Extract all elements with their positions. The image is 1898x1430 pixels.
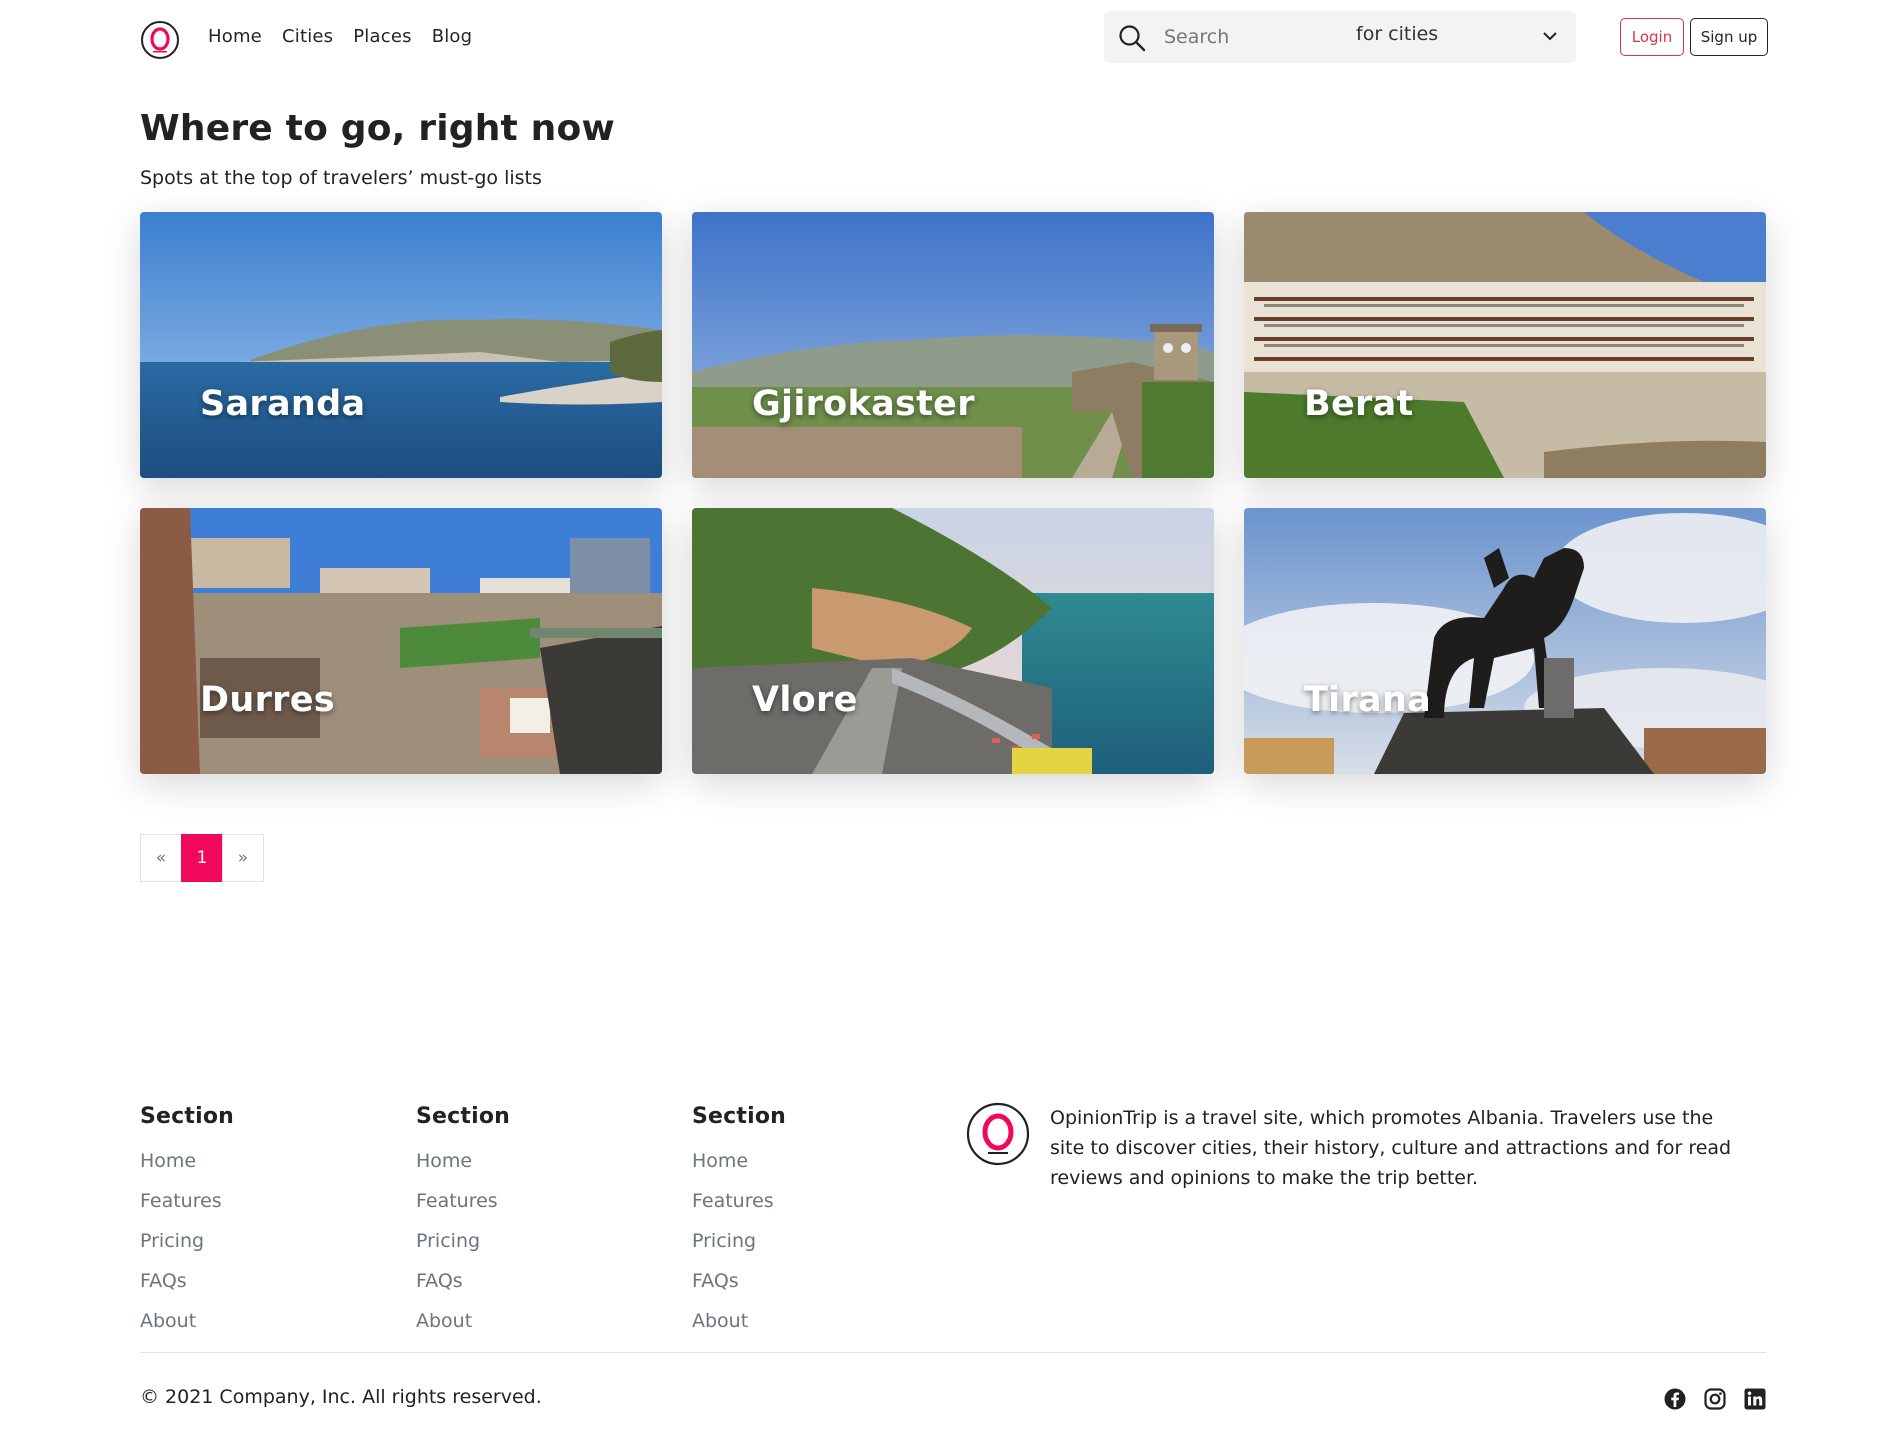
linkedin-icon[interactable] [1744,1388,1766,1410]
page-title: Where to go, right now [140,108,615,149]
city-name: Gjirokaster [752,384,975,424]
footer-divider [140,1352,1766,1353]
nav-link-places[interactable]: Places [353,26,411,47]
city-name: Vlore [752,680,858,720]
footer-link-faqs[interactable]: FAQs [692,1265,912,1305]
login-button[interactable]: Login [1620,18,1684,56]
search-input[interactable] [1164,21,1334,53]
city-image-durres [140,508,662,774]
copyright-text: © 2021 Company, Inc. All rights reserved… [140,1386,542,1408]
footer-column-1: Section Home Features Pricing FAQs About [140,1104,360,1345]
footer-link-faqs[interactable]: FAQs [140,1265,360,1305]
footer-link-features[interactable]: Features [140,1185,360,1225]
city-card-vlore[interactable]: Vlore [692,508,1214,774]
footer-column-heading: Section [416,1104,511,1129]
nav-link-cities[interactable]: Cities [282,26,333,47]
pagination-page-1[interactable]: 1 [181,834,223,882]
page-subtitle: Spots at the top of travelers’ must-go l… [140,167,542,189]
footer-link-faqs[interactable]: FAQs [416,1265,636,1305]
city-name: Berat [1304,384,1414,424]
footer-column-2: Section Home Features Pricing FAQs About [416,1104,636,1345]
footer-link-about[interactable]: About [416,1305,636,1345]
footer-link-home[interactable]: Home [416,1145,636,1185]
footer-column-heading: Section [140,1104,235,1129]
city-image-vlore [692,508,1214,774]
search-icon[interactable] [1118,24,1146,52]
footer-link-features[interactable]: Features [416,1185,636,1225]
brand-logo[interactable] [140,20,180,60]
search-scope-select[interactable]: for cities [1356,23,1438,45]
city-card-berat[interactable]: Berat [1244,212,1766,478]
city-card-saranda[interactable]: Saranda [140,212,662,478]
footer-link-about[interactable]: About [140,1305,360,1345]
pagination-next[interactable]: » [222,834,264,882]
pagination: « 1 » [140,834,264,882]
footer-link-about[interactable]: About [692,1305,912,1345]
instagram-icon[interactable] [1704,1388,1726,1410]
facebook-icon[interactable] [1664,1388,1686,1410]
navbar: Home Cities Places Blog for cities Login… [140,11,1768,74]
city-image-tirana [1244,508,1766,774]
city-card-tirana[interactable]: Tirana [1244,508,1766,774]
pagination-prev[interactable]: « [140,834,182,882]
city-image-gjirokaster [692,212,1214,478]
city-card-durres[interactable]: Durres [140,508,662,774]
city-image-berat [1244,212,1766,478]
nav-link-home[interactable]: Home [208,26,262,47]
footer-link-pricing[interactable]: Pricing [416,1225,636,1265]
footer-link-pricing[interactable]: Pricing [140,1225,360,1265]
city-card-gjirokaster[interactable]: Gjirokaster [692,212,1214,478]
footer-link-pricing[interactable]: Pricing [692,1225,912,1265]
chevron-down-icon[interactable] [1540,26,1560,46]
nav-links: Home Cities Places Blog [208,26,472,47]
city-name: Tirana [1304,680,1432,720]
footer-link-features[interactable]: Features [692,1185,912,1225]
footer-logo [966,1102,1030,1166]
footer-link-home[interactable]: Home [140,1145,360,1185]
footer-about-text: OpinionTrip is a travel site, which prom… [1050,1107,1732,1189]
signup-button[interactable]: Sign up [1690,18,1768,56]
city-name: Durres [200,680,335,720]
city-image-saranda [140,212,662,478]
search-bar: for cities [1104,11,1576,63]
nav-link-blog[interactable]: Blog [432,26,473,47]
city-name: Saranda [200,384,366,424]
footer-column-3: Section Home Features Pricing FAQs About [692,1104,912,1345]
footer-link-home[interactable]: Home [692,1145,912,1185]
footer-column-heading: Section [692,1104,787,1129]
